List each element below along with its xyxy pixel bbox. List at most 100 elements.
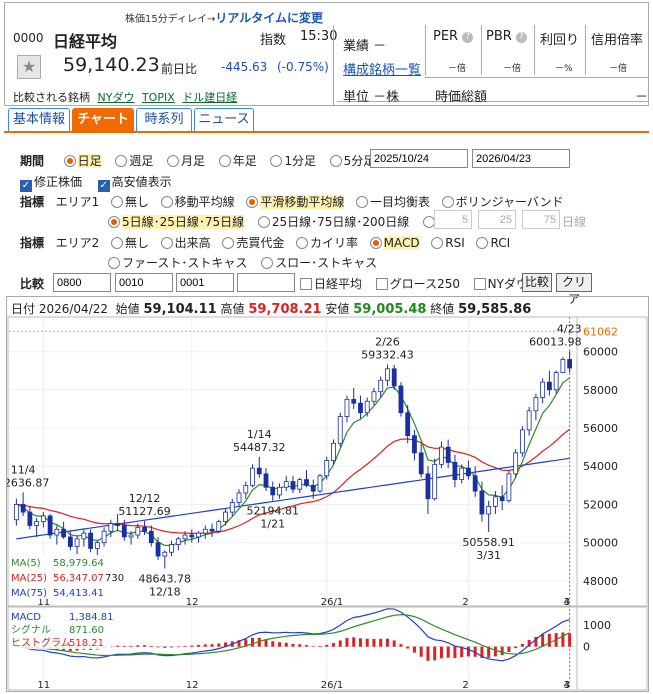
chart-panel: 日付 2026/04/22 始値 59,104.11 高値 59,708.21 … — [6, 296, 649, 692]
latest-price-tag: 61062 — [583, 325, 618, 338]
adjusted-price-checkbox[interactable]: ✓ — [20, 180, 32, 192]
radio-area2-turnover[interactable] — [222, 237, 235, 249]
area2-rci[interactable]: RCI — [490, 236, 510, 250]
tab-timeseries[interactable]: 時系列 — [136, 108, 192, 132]
macd-histogram-bar — [331, 643, 335, 647]
radio-area1-none[interactable] — [110, 196, 123, 208]
macd-histogram-bar — [338, 640, 342, 647]
radio-area2-rci[interactable] — [476, 237, 489, 249]
compare-nydow-checkbox[interactable] — [473, 278, 486, 290]
area2-none[interactable]: 無し — [125, 236, 149, 250]
candle-up — [533, 397, 539, 412]
date-to-input[interactable] — [472, 149, 570, 168]
area1-bollinger[interactable]: ボリンジャーバンド — [456, 195, 564, 209]
radio-5min[interactable] — [329, 155, 342, 167]
radio-ma-5-25-75[interactable] — [108, 216, 120, 228]
ma75-line — [16, 457, 570, 540]
macd-histogram-bar — [217, 643, 221, 647]
help-icon[interactable]: ? — [462, 32, 474, 43]
compare-input-2[interactable] — [115, 273, 173, 292]
area2-rsi[interactable]: RSI — [445, 236, 465, 250]
period-daily[interactable]: 日足 — [77, 154, 102, 168]
compare-link-topix[interactable]: TOPIX — [142, 91, 175, 104]
ma-input-2[interactable] — [478, 210, 516, 229]
candle-down — [67, 536, 73, 547]
radio-area1-ichimoku[interactable] — [355, 196, 368, 208]
radio-ma-25-75-200[interactable] — [257, 216, 270, 228]
compare-input-3[interactable] — [176, 273, 234, 292]
area2-volume[interactable]: 出来高 — [175, 236, 211, 250]
ma-input-1[interactable] — [434, 210, 472, 229]
radio-area2-deviation[interactable] — [295, 237, 308, 249]
radio-area2-none[interactable] — [110, 237, 123, 249]
period-1min[interactable]: 1分足 — [284, 154, 316, 168]
radio-area1-ema[interactable] — [246, 196, 259, 208]
compare-button[interactable]: 比較 — [522, 273, 552, 292]
candle-down — [189, 534, 195, 538]
tab-news[interactable]: ニュース — [194, 108, 254, 132]
gyoshu-label: 業績 － — [343, 39, 387, 54]
compare-checks: 日経平均 グロース250 NYダウ — [300, 275, 528, 292]
compare-nikkei-checkbox[interactable] — [300, 278, 312, 290]
radio-slow-stoch[interactable] — [261, 257, 274, 269]
macd-histogram-bar — [568, 633, 572, 647]
clear-button[interactable]: クリア — [556, 273, 592, 306]
ma-5-25-75[interactable]: 5日線･25日線･75日線 — [122, 215, 245, 229]
area2-deviation[interactable]: カイリ率 — [310, 236, 358, 250]
candle-down — [466, 467, 471, 477]
candle-up — [162, 551, 168, 557]
candlestick-chart[interactable]: 60000 58000 56000 54000 52000 50000 48000 61062… — [7, 297, 648, 691]
area2-turnover[interactable]: 売買代金 — [236, 236, 284, 250]
stock-name: 日経平均 — [53, 32, 118, 51]
annotation-value: 51127.69 — [118, 505, 171, 518]
period-monthly[interactable]: 月足 — [181, 154, 205, 168]
area1-ma[interactable]: 移動平均線 — [175, 195, 235, 209]
tab-chart[interactable]: チャート — [72, 108, 134, 132]
date-from-input[interactable] — [370, 149, 468, 168]
tab-basic-info[interactable]: 基本情報 — [8, 108, 70, 132]
y-tick-label: 58000 — [583, 384, 618, 397]
fast-stoch[interactable]: ファースト･ストキャス — [122, 256, 247, 270]
macd-histogram-bar — [406, 646, 410, 649]
radio-area2-volume[interactable] — [160, 237, 173, 249]
compare-label: 比較 — [20, 277, 45, 291]
slow-stoch[interactable]: スロー･ストキャス — [275, 256, 377, 270]
compare-link-nydow[interactable]: NYダウ — [98, 91, 135, 104]
radio-1min[interactable] — [270, 155, 283, 167]
radio-area2-macd[interactable] — [369, 237, 382, 249]
macd-histogram-bar — [372, 638, 376, 647]
radio-monthly[interactable] — [167, 155, 180, 167]
compare-input-1[interactable] — [53, 273, 111, 292]
constituents-link[interactable]: 構成銘柄一覧 — [343, 59, 421, 78]
period-weekly[interactable]: 週足 — [129, 154, 153, 168]
ma-input-3[interactable] — [522, 210, 560, 229]
radio-yearly[interactable] — [218, 155, 231, 167]
radio-fast-stoch[interactable] — [108, 257, 120, 269]
compare-input-4[interactable] — [237, 273, 295, 292]
ma-25-75-200[interactable]: 25日線･75日線･200日線 — [272, 215, 409, 229]
favorite-star-icon[interactable]: ★ — [17, 55, 41, 79]
radio-weekly[interactable] — [115, 155, 128, 167]
area2-macd[interactable]: MACD — [383, 236, 420, 250]
compare-growth-checkbox[interactable] — [375, 278, 388, 290]
candle-up — [229, 502, 235, 513]
high-low-label: 高安値表示 — [111, 175, 172, 189]
radio-area1-bollinger[interactable] — [441, 196, 454, 208]
unit-label: 単位 －株 — [343, 90, 400, 105]
candle-up — [526, 410, 532, 431]
macd-legend-label: シグナル — [11, 623, 51, 636]
compare-link-usd-nikkei[interactable]: ドル建日経 — [182, 91, 237, 104]
macd-legend-label: MACD — [11, 612, 41, 623]
realtime-link[interactable]: リアルタイムに変更 — [215, 11, 323, 25]
radio-area2-rsi[interactable] — [431, 237, 444, 249]
help-icon[interactable]: ? — [515, 32, 527, 43]
radio-area1-ma[interactable] — [160, 196, 173, 208]
area1-ema[interactable]: 平滑移動平均線 — [260, 195, 345, 209]
period-yearly[interactable]: 年足 — [233, 154, 257, 168]
area1-ichimoku[interactable]: 一目均衡表 — [370, 195, 430, 209]
check-row: ✓ 修正株価 ✓ 高安値表示 — [20, 173, 172, 192]
high-low-checkbox[interactable]: ✓ — [97, 180, 110, 192]
area1-none[interactable]: 無し — [125, 195, 149, 209]
candle-up — [331, 442, 336, 461]
radio-daily[interactable] — [63, 155, 76, 167]
